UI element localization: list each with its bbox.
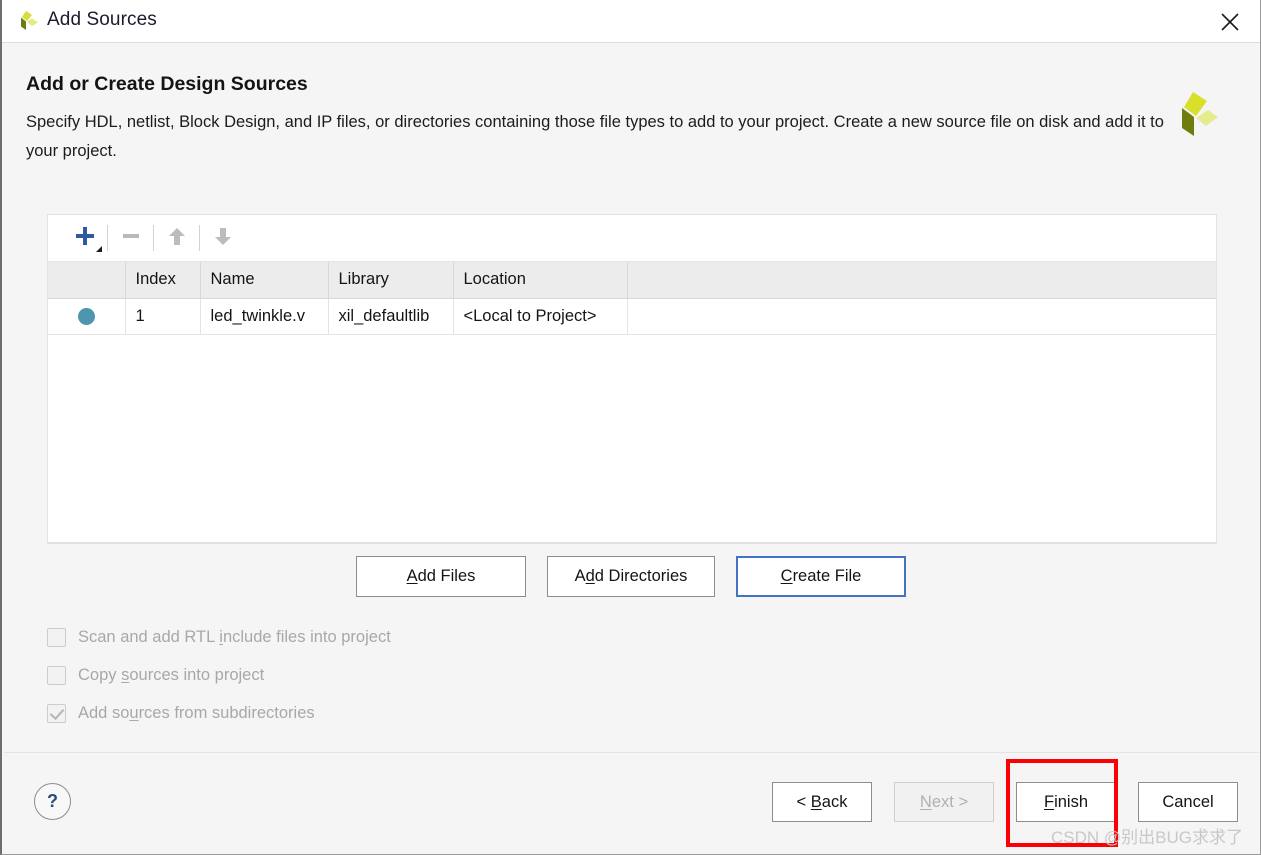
wizard-nav-buttons: < Back Next > Finish Cancel bbox=[772, 782, 1238, 822]
close-icon bbox=[1219, 11, 1241, 33]
checkbox-label: Scan and add RTL include files into proj… bbox=[78, 627, 391, 646]
checkbox-scan-rtl-include: Scan and add RTL include files into proj… bbox=[47, 618, 391, 656]
column-header-status[interactable] bbox=[48, 262, 126, 299]
cancel-button[interactable]: Cancel bbox=[1138, 782, 1238, 822]
row-filler bbox=[627, 298, 1216, 335]
add-button[interactable] bbox=[62, 220, 107, 256]
next-button: Next > bbox=[894, 782, 994, 822]
remove-button bbox=[108, 220, 153, 256]
table-row[interactable]: 1 led_twinkle.v xil_defaultlib <Local to… bbox=[48, 298, 1216, 335]
plus-icon bbox=[73, 224, 97, 253]
move-up-button bbox=[154, 220, 199, 256]
page-title: Add or Create Design Sources bbox=[26, 73, 308, 95]
verilog-source-dot-icon bbox=[77, 307, 95, 325]
column-header-library[interactable]: Library bbox=[328, 262, 454, 299]
help-button[interactable]: ? bbox=[34, 783, 71, 820]
page-description: Specify HDL, netlist, Block Design, and … bbox=[26, 113, 1164, 160]
row-library[interactable]: xil_defaultlib bbox=[328, 298, 454, 335]
checkbox-box bbox=[47, 665, 66, 685]
minus-icon bbox=[119, 224, 143, 253]
add-files-button[interactable]: Add Files bbox=[356, 556, 526, 597]
watermark-text: CSDN @别出BUG求求了 bbox=[1051, 828, 1243, 847]
column-header-filler bbox=[627, 262, 1216, 299]
add-directories-button[interactable]: Add Directories bbox=[547, 556, 715, 597]
arrow-up-icon bbox=[165, 224, 189, 253]
create-file-button[interactable]: Create File bbox=[736, 556, 906, 597]
move-down-button bbox=[200, 220, 245, 256]
checkbox-label: Add sources from subdirectories bbox=[78, 703, 315, 722]
close-button[interactable] bbox=[1208, 4, 1252, 40]
window-title: Add Sources bbox=[47, 9, 157, 30]
vivado-logo-icon bbox=[13, 10, 39, 34]
sources-table[interactable]: Index Name Library Location 1 led_twinkl… bbox=[48, 262, 1216, 335]
checkbox-box bbox=[47, 627, 66, 647]
add-sources-dialog: Add Sources Add or Create Design Sources… bbox=[0, 0, 1261, 855]
checkbox-label: Copy sources into project bbox=[78, 665, 265, 684]
column-header-location[interactable]: Location bbox=[453, 262, 628, 299]
row-index: 1 bbox=[125, 298, 201, 335]
column-header-index[interactable]: Index bbox=[125, 262, 201, 299]
row-location: <Local to Project> bbox=[453, 298, 628, 335]
footer-divider bbox=[4, 752, 1259, 753]
checkbox-add-subdirectories: Add sources from subdirectories bbox=[47, 694, 391, 732]
finish-button[interactable]: Finish bbox=[1016, 782, 1116, 822]
options-group: Scan and add RTL include files into proj… bbox=[47, 618, 391, 732]
question-mark-icon: ? bbox=[47, 791, 58, 811]
checkbox-box bbox=[47, 703, 66, 723]
sources-panel: Index Name Library Location 1 led_twinkl… bbox=[47, 214, 1217, 544]
arrow-down-icon bbox=[211, 224, 235, 253]
xilinx-logo-icon bbox=[1166, 90, 1218, 142]
chevron-down-icon bbox=[96, 246, 102, 252]
title-bar: Add Sources bbox=[2, 0, 1260, 43]
source-action-buttons: Add Files Add Directories Create File bbox=[2, 556, 1260, 597]
row-name: led_twinkle.v bbox=[200, 298, 329, 335]
row-status-cell bbox=[48, 298, 126, 335]
back-button[interactable]: < Back bbox=[772, 782, 872, 822]
sources-toolbar bbox=[48, 215, 1216, 262]
column-header-name[interactable]: Name bbox=[200, 262, 329, 299]
dialog-header: Add or Create Design Sources Specify HDL… bbox=[4, 44, 1259, 194]
table-header-row: Index Name Library Location bbox=[48, 262, 1216, 299]
checkbox-copy-sources: Copy sources into project bbox=[47, 656, 391, 694]
